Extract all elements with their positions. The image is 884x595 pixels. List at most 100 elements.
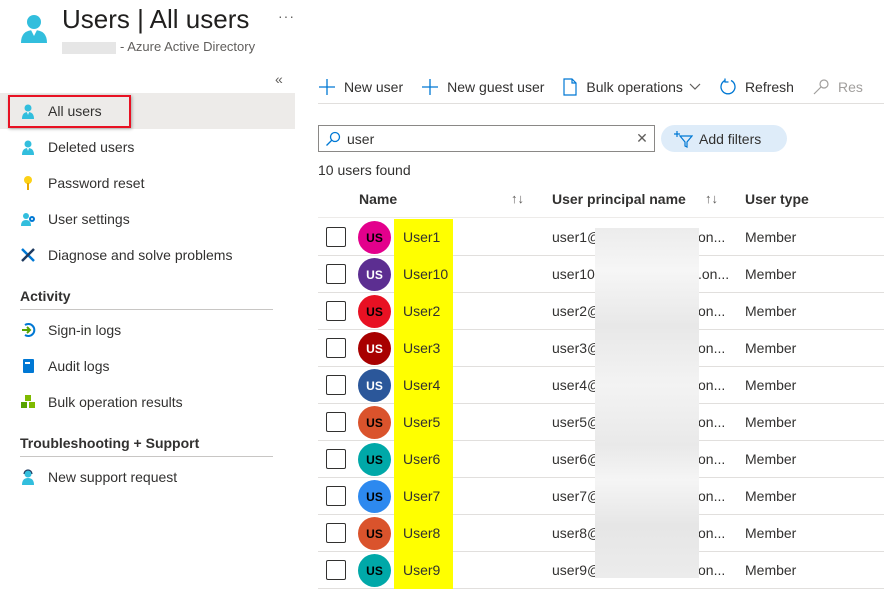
avatar: US <box>358 295 391 328</box>
upn-suffix: on... <box>698 229 726 245</box>
upn-prefix: user6@ <box>552 451 602 467</box>
user-name-link[interactable]: User6 <box>394 441 453 478</box>
sidebar-item-new-support-request[interactable]: New support request <box>0 459 295 495</box>
user-name-link[interactable]: User5 <box>394 404 453 441</box>
avatar: US <box>358 517 391 550</box>
plus-icon <box>421 78 439 96</box>
upn-prefix: user2@ <box>552 303 602 319</box>
bulk-operations-label: Bulk operations <box>586 78 683 95</box>
column-header-upn[interactable]: User principal name <box>552 191 686 207</box>
sidebar-item-bulk-operation-results[interactable]: Bulk operation results <box>0 384 295 420</box>
refresh-button[interactable]: Refresh <box>719 78 794 96</box>
row-checkbox[interactable] <box>326 486 346 506</box>
sidebar-item-label: Sign-in logs <box>48 322 122 338</box>
avatar: US <box>358 406 391 439</box>
redacted-tenant <box>62 41 116 54</box>
book-icon <box>20 358 36 374</box>
row-checkbox[interactable] <box>326 449 346 469</box>
user-settings-icon <box>20 211 36 227</box>
sidebar-item-deleted-users[interactable]: Deleted users <box>0 129 295 165</box>
divider <box>20 309 273 310</box>
sidebar-item-label: User settings <box>48 211 130 227</box>
new-user-button[interactable]: New user <box>318 78 403 96</box>
bulk-operations-button[interactable]: Bulk operations <box>562 77 701 96</box>
reset-password-label: Res <box>837 78 863 95</box>
user-type: Member <box>745 229 797 245</box>
sort-upn-icon[interactable]: ↑↓ <box>705 191 718 206</box>
command-bar: New user New guest user Bulk operations … <box>318 70 884 104</box>
upn-suffix: on... <box>698 377 726 393</box>
page-header: Users | All users ··· - Azure Active Dir… <box>0 0 884 62</box>
refresh-icon <box>719 78 737 96</box>
user-name-link[interactable]: User3 <box>394 330 453 367</box>
avatar: US <box>358 369 391 402</box>
avatar: US <box>358 332 391 365</box>
sidebar-item-label: Diagnose and solve problems <box>48 247 233 263</box>
cubes-icon <box>20 394 36 410</box>
divider <box>20 456 273 457</box>
search-input[interactable] <box>347 130 630 147</box>
sidebar-item-label: Deleted users <box>48 139 135 155</box>
more-options-button[interactable]: ··· <box>278 8 295 24</box>
sidebar-item-all-users[interactable]: All users <box>0 93 295 129</box>
user-name-link[interactable]: User8 <box>394 515 453 552</box>
upn-prefix: user10 <box>552 266 595 282</box>
document-icon <box>562 77 578 96</box>
upn-suffix: on... <box>698 414 726 430</box>
user-name-link[interactable]: User9 <box>394 552 453 589</box>
avatar: US <box>358 221 391 254</box>
add-filters-button[interactable]: Add filters <box>661 125 787 152</box>
user-type: Member <box>745 377 797 393</box>
upn-suffix: on... <box>698 340 726 356</box>
new-guest-user-label: New guest user <box>447 78 545 95</box>
sidebar-item-audit-logs[interactable]: Audit logs <box>0 348 295 384</box>
user-name-link[interactable]: User2 <box>394 293 453 330</box>
sidebar-item-user-settings[interactable]: User settings <box>0 201 295 237</box>
new-guest-user-button[interactable]: New guest user <box>421 78 544 96</box>
upn-suffix: on... <box>698 303 726 319</box>
sort-name-icon[interactable]: ↑↓ <box>511 191 524 206</box>
column-header-name[interactable]: Name <box>359 191 397 207</box>
row-checkbox[interactable] <box>326 375 346 395</box>
row-checkbox[interactable] <box>326 301 346 321</box>
user-type: Member <box>745 525 797 541</box>
collapse-sidebar-button[interactable]: « <box>275 71 283 87</box>
search-icon <box>325 131 341 147</box>
new-user-label: New user <box>344 78 404 95</box>
upn-prefix: user7@ <box>552 488 602 504</box>
plus-icon <box>318 78 336 96</box>
user-name-link[interactable]: User10 <box>394 256 453 293</box>
sidebar-item-password-reset[interactable]: Password reset <box>0 165 295 201</box>
upn-suffix: on... <box>698 525 726 541</box>
upn-prefix: user5@ <box>552 414 602 430</box>
refresh-label: Refresh <box>744 78 794 95</box>
user-name-link[interactable]: User7 <box>394 478 453 515</box>
add-filter-icon <box>673 130 693 148</box>
row-checkbox[interactable] <box>326 523 346 543</box>
sidebar: All users Deleted users Password reset U… <box>0 93 295 495</box>
sidebar-item-label: New support request <box>48 469 178 485</box>
user-type: Member <box>745 414 797 430</box>
sidebar-item-label: All users <box>48 103 102 119</box>
row-checkbox[interactable] <box>326 264 346 284</box>
user-icon <box>20 103 36 119</box>
sidebar-item-label: Audit logs <box>48 358 110 374</box>
sign-in-icon <box>20 322 36 338</box>
search-box: ✕ <box>318 125 655 152</box>
reset-password-button[interactable]: Res <box>812 78 863 96</box>
row-checkbox[interactable] <box>326 560 346 580</box>
avatar: US <box>358 554 391 587</box>
row-checkbox[interactable] <box>326 338 346 358</box>
user-type: Member <box>745 303 797 319</box>
results-count: 10 users found <box>318 162 411 178</box>
sidebar-item-label: Password reset <box>48 175 145 191</box>
user-name-link[interactable]: User1 <box>394 219 453 256</box>
column-header-user-type[interactable]: User type <box>745 191 809 207</box>
section-troubleshooting: Troubleshooting + Support <box>20 435 200 451</box>
sidebar-item-diagnose[interactable]: Diagnose and solve problems <box>0 237 295 273</box>
row-checkbox[interactable] <box>326 227 346 247</box>
row-checkbox[interactable] <box>326 412 346 432</box>
sidebar-item-sign-in-logs[interactable]: Sign-in logs <box>0 312 295 348</box>
user-name-link[interactable]: User4 <box>394 367 453 404</box>
clear-search-button[interactable]: ✕ <box>630 130 654 147</box>
